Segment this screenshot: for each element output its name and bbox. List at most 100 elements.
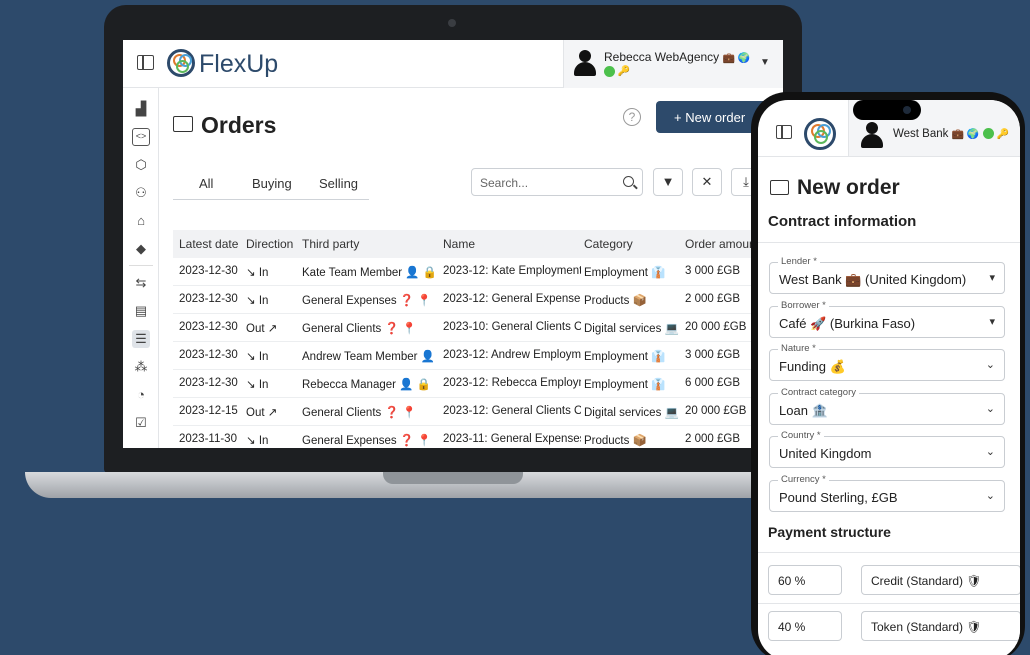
orders-icon[interactable]: ☰ <box>132 330 150 348</box>
download-icon: ⤓ <box>743 174 749 189</box>
document-icon[interactable]: ▤ <box>132 302 150 320</box>
nature-select[interactable]: Nature * Funding 💰 ⌄ <box>769 343 1005 381</box>
cell-direction: Out ↗ <box>246 407 278 419</box>
cell-name: 2023-12: Kate Employment <box>443 265 581 277</box>
contract-category-select[interactable]: Contract category Loan 🏦 ⌄ <box>769 386 1005 425</box>
cell-category: Digital services 💻 <box>584 323 679 335</box>
table-row[interactable]: 2023-12-30 ↘ In Andrew Team Member 👤 2023-1… <box>173 342 783 370</box>
payment-percent-input[interactable]: 40 % <box>768 611 842 641</box>
dashboard-icon[interactable]: ▟ <box>132 100 150 118</box>
field-label: Currency * <box>778 473 829 485</box>
payment-percent-input[interactable]: 60 % <box>768 565 842 595</box>
user-status: 🔑 <box>604 66 630 77</box>
tab-selling[interactable]: Selling <box>319 176 358 191</box>
cell-third-party: General Expenses ❓ 📍 <box>302 435 432 447</box>
chevron-down-icon[interactable]: ▼ <box>760 57 770 68</box>
cell-name: 2023-12: General Clients Or <box>443 405 581 417</box>
laptop-screen: FlexUp Rebecca WebAgency 💼 🌍 🔑 ▼ ▟ <> ⬡ … <box>123 40 783 448</box>
cell-date: 2023-12-30 <box>179 265 238 277</box>
payment-token-select[interactable]: Credit (Standard) 🛡 <box>861 565 1020 595</box>
cell-category: Digital services 💻 <box>584 407 679 419</box>
field-label: Borrower * <box>778 299 829 311</box>
field-label: Nature * <box>778 343 819 354</box>
table-row[interactable]: 2023-12-30 ↘ In Kate Team Member 👤 🔒 2023-1… <box>173 258 783 286</box>
tab-buying[interactable]: Buying <box>252 176 292 191</box>
chevron-down-icon[interactable]: ⌄ <box>986 402 995 415</box>
table-row[interactable]: 2023-12-30 ↘ In General Expenses ❓ 📍 2023-1… <box>173 286 783 314</box>
filter-button[interactable]: ▼ <box>653 168 683 196</box>
code-icon[interactable]: <> <box>132 128 150 146</box>
chevron-down-icon[interactable]: ⌄ <box>986 445 995 458</box>
cell-date: 2023-12-30 <box>179 377 238 389</box>
table-row[interactable]: 2023-12-30 ↘ In Rebecca Manager 👤 🔒 2023-12… <box>173 370 783 398</box>
lender-select[interactable]: Lender * West Bank 💼 (United Kingdom) ▾ <box>769 256 1005 294</box>
table-row[interactable]: 2023-12-15 Out ↗ General Clients ❓ 📍 2023-1… <box>173 398 783 426</box>
tags-icon[interactable]: ◆ <box>132 240 150 258</box>
status-online-icon <box>982 128 994 140</box>
chevron-down-icon[interactable]: ⌄ <box>986 358 995 371</box>
sidebar-toggle-icon[interactable] <box>776 125 792 139</box>
col-third-party[interactable]: Third party <box>302 237 442 251</box>
exchange-icon[interactable]: ⇆ <box>132 274 150 292</box>
cell-name: 2023-10: General Clients Or <box>443 321 581 333</box>
chevron-down-icon[interactable]: ▾ <box>989 315 995 328</box>
payment-token-select[interactable]: Token (Standard) 🛡 <box>861 611 1020 641</box>
laptop-camera <box>448 19 456 27</box>
users-icon[interactable]: ⚇ <box>132 184 150 202</box>
page-title: Orders <box>201 112 277 138</box>
nav-divider <box>129 265 153 266</box>
cell-category: Employment 👔 <box>584 379 666 391</box>
dynamic-island <box>853 100 921 120</box>
cell-name: 2023-12: Rebecca Employm <box>443 377 581 389</box>
app-name: FlexUp <box>199 50 279 78</box>
flexup-logo-icon <box>167 49 195 77</box>
col-name[interactable]: Name <box>443 237 581 251</box>
clear-filter-button[interactable]: ✕ <box>692 168 722 196</box>
table-header: Latest date Direction Third party Name C… <box>173 230 783 258</box>
cell-direction: ↘ In <box>246 435 269 447</box>
tab-all[interactable]: All <box>199 176 213 191</box>
box-icon[interactable]: ⬡ <box>132 156 150 174</box>
search-input[interactable]: Search... <box>471 168 643 196</box>
cell-category: Employment 👔 <box>584 351 666 363</box>
status-online-icon <box>604 66 615 77</box>
avatar <box>574 50 596 76</box>
cell-direction: ↘ In <box>246 267 269 279</box>
cell-date: 2023-12-15 <box>179 405 238 417</box>
phone-screen: West Bank 💼 🌍 🔑 New order Contract infor… <box>758 100 1020 655</box>
cell-direction: ↘ In <box>246 295 269 307</box>
chevron-down-icon[interactable]: ⌄ <box>986 489 995 502</box>
country-select[interactable]: Country * United Kingdom ⌄ <box>769 430 1005 468</box>
cell-third-party: Rebecca Manager 👤 🔒 <box>302 379 431 391</box>
checklist-icon[interactable]: ☑ <box>132 414 150 432</box>
close-icon: ✕ <box>701 174 713 189</box>
help-icon[interactable]: ? <box>623 108 641 126</box>
cell-third-party: Kate Team Member 👤 🔒 <box>302 267 438 279</box>
currency-select[interactable]: Currency * Pound Sterling, £GB ⌄ <box>769 473 1005 512</box>
pie-chart-icon[interactable]: ◔ <box>132 386 150 404</box>
table-row[interactable]: 2023-12-30 Out ↗ General Clients ❓ 📍 2023-1… <box>173 314 783 342</box>
section-payment-title: Payment structure <box>768 524 891 540</box>
user-menu[interactable]: Rebecca WebAgency 💼 🌍 🔑 ▼ <box>563 40 783 88</box>
page-title: New order <box>797 176 900 199</box>
col-direction[interactable]: Direction <box>246 237 300 251</box>
user-name: Rebecca WebAgency 💼 🌍 <box>604 50 751 64</box>
cell-date: 2023-12-30 <box>179 321 238 333</box>
section-divider <box>758 242 1020 243</box>
cell-name: 2023-11: General Expenses <box>443 433 581 445</box>
section-divider <box>758 552 1020 553</box>
field-value: Café 🚀 (Burkina Faso) <box>779 315 916 331</box>
cell-date: 2023-12-30 <box>179 349 238 361</box>
orders-title-icon <box>173 116 193 132</box>
header-divider <box>758 156 1020 157</box>
tag-icon[interactable]: ⌂ <box>132 212 150 230</box>
field-label: Lender * <box>778 256 820 267</box>
top-bar: FlexUp Rebecca WebAgency 💼 🌍 🔑 ▼ <box>123 40 783 88</box>
table-row[interactable]: 2023-11-30 ↘ In General Expenses ❓ 📍 2023-1… <box>173 426 783 448</box>
borrower-select[interactable]: Borrower * Café 🚀 (Burkina Faso) ▾ <box>769 299 1005 338</box>
chevron-down-icon[interactable]: ▾ <box>989 271 995 284</box>
col-latest-date[interactable]: Latest date <box>179 237 245 251</box>
col-category[interactable]: Category <box>584 237 684 251</box>
network-icon[interactable]: ⁂ <box>132 358 150 376</box>
sidebar-toggle-icon[interactable] <box>137 55 154 70</box>
